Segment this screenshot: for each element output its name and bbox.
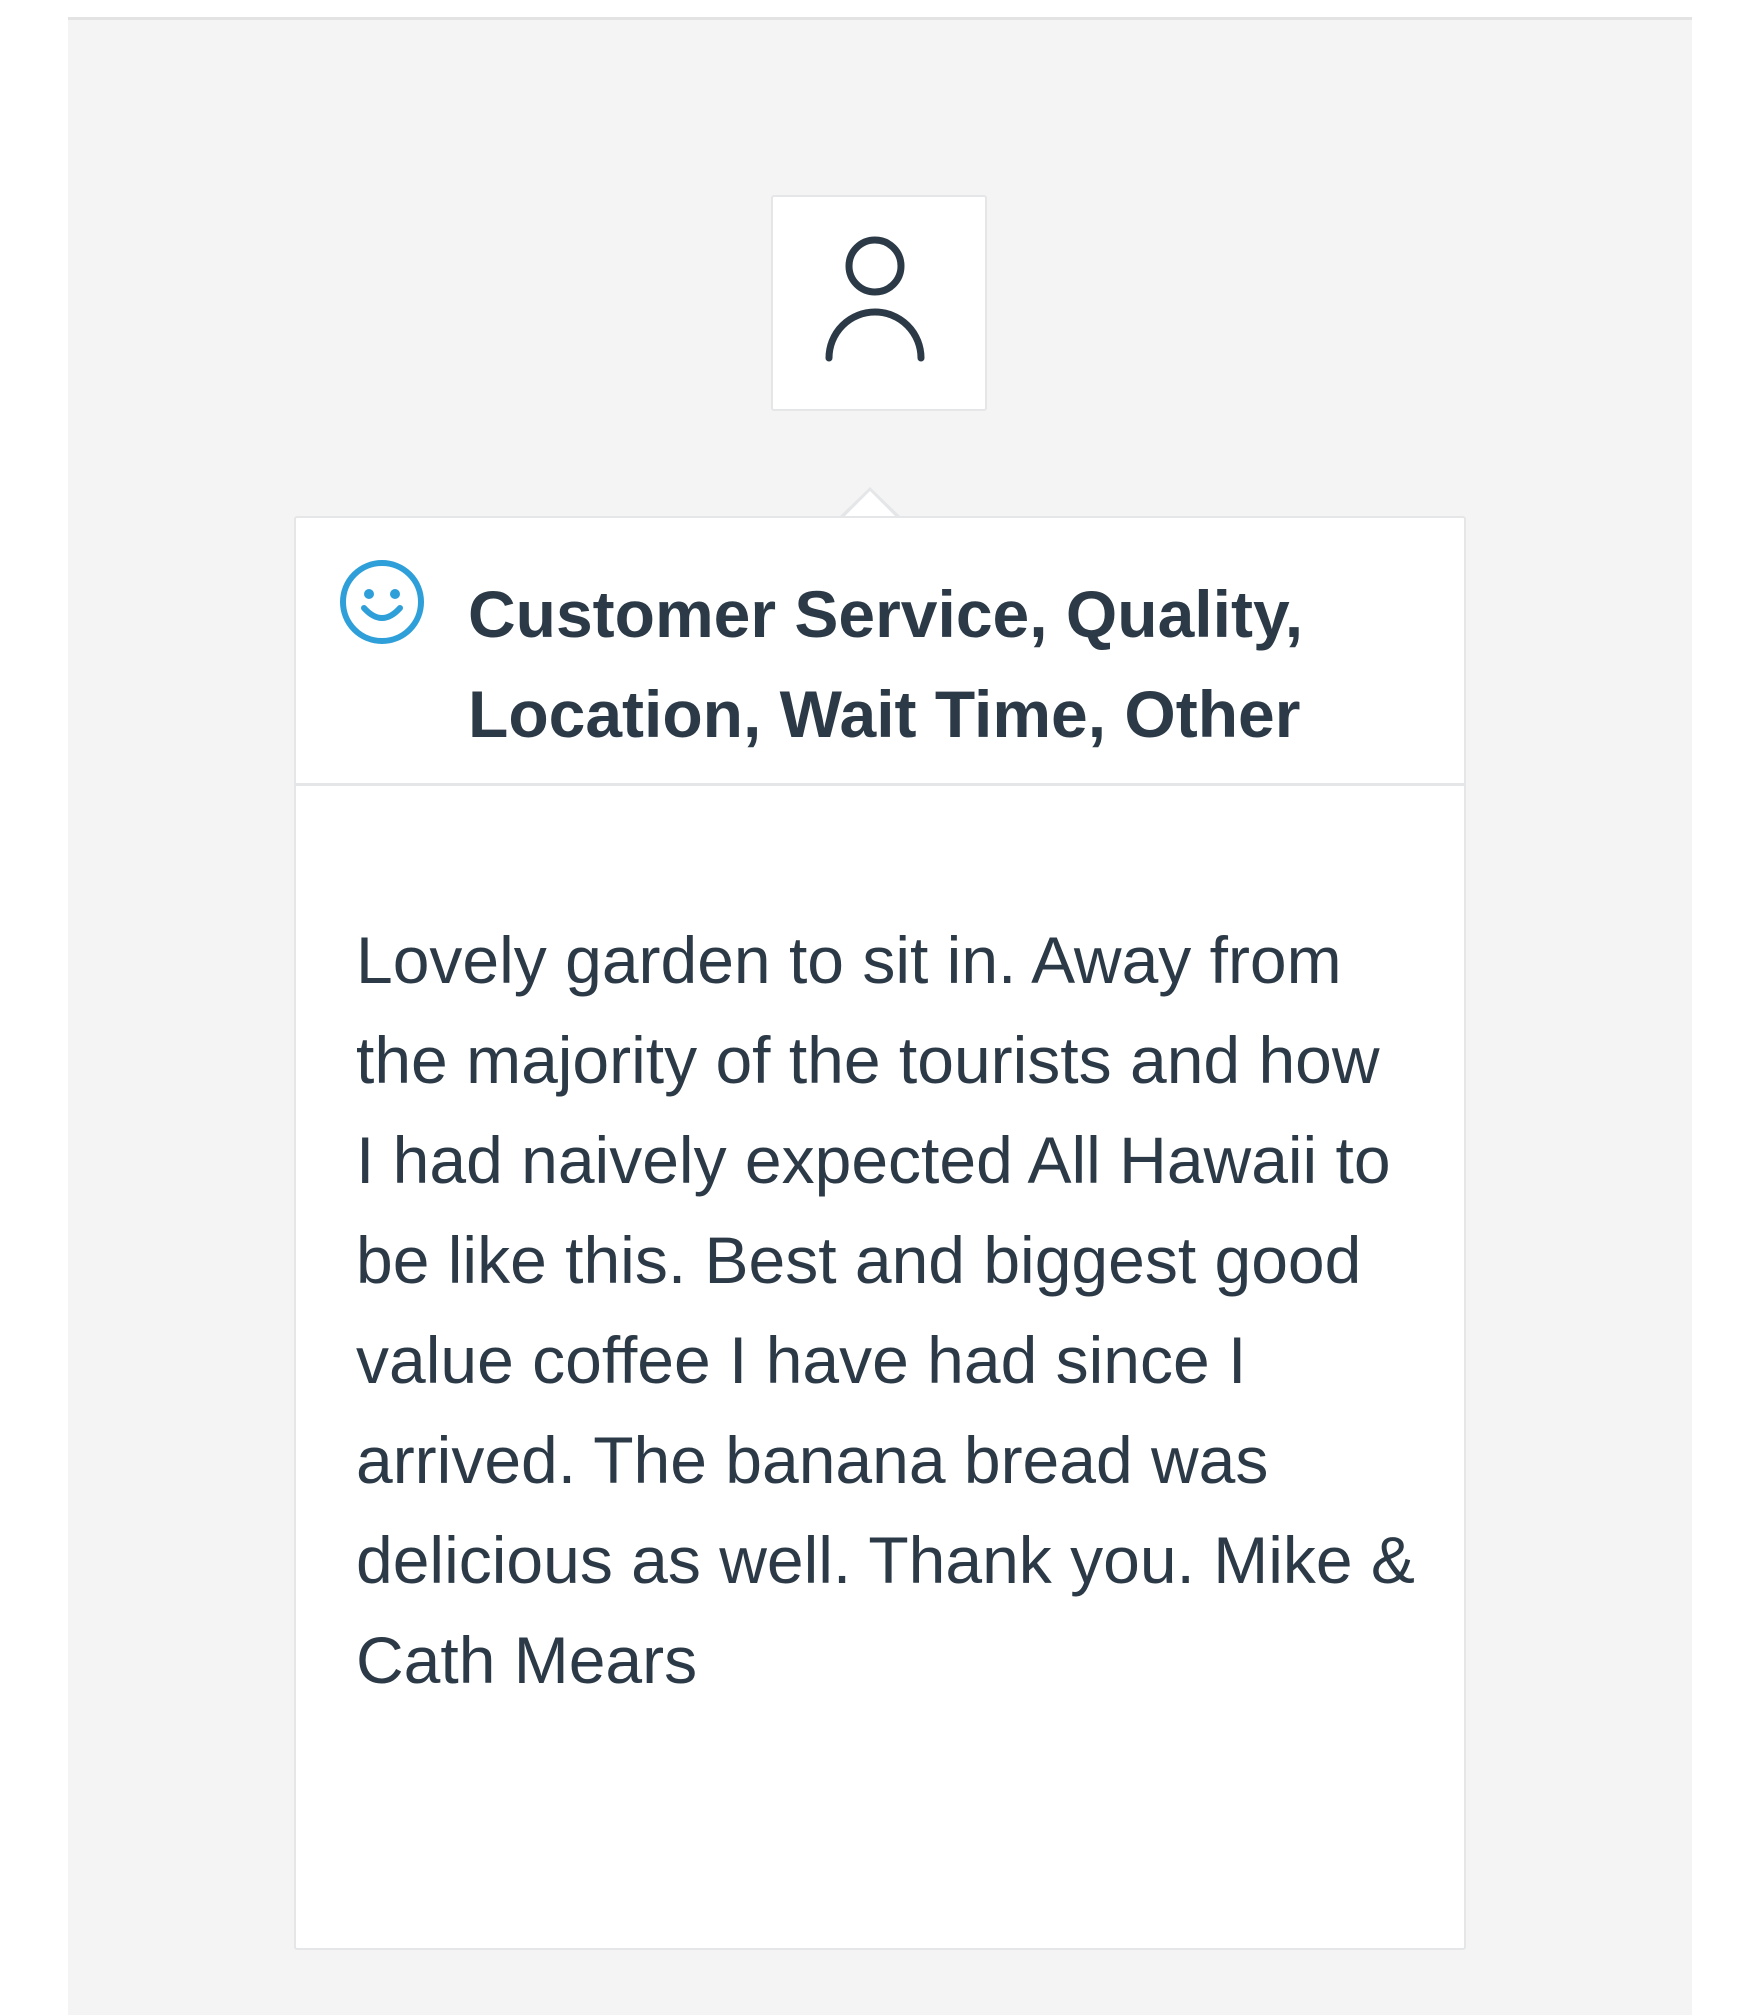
reviewer-avatar xyxy=(771,195,987,411)
smiley-face-icon xyxy=(340,560,424,644)
review-text: Lovely garden to sit in. Away from the m… xyxy=(356,923,1415,1697)
person-outline-icon xyxy=(825,236,925,362)
feedback-card: Customer Service, Quality, Location, Wai… xyxy=(294,516,1466,1950)
feedback-card-header: Customer Service, Quality, Location, Wai… xyxy=(296,518,1464,786)
feedback-categories: Customer Service, Quality, Location, Wai… xyxy=(468,577,1304,751)
